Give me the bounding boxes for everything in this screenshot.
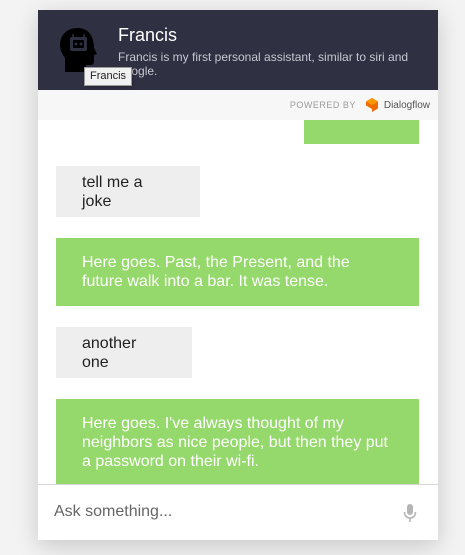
dialogflow-logo-icon [365,98,378,112]
message-input-bar [38,484,438,540]
ask-input[interactable] [54,499,384,525]
microphone-icon[interactable] [402,503,418,523]
chat-widget: Francis Francis is my first personal ass… [38,10,438,540]
avatar-tooltip: Francis [84,67,133,86]
user-message: another one [56,327,192,378]
powered-by-bar: POWERED BY Dialogflow [38,90,438,120]
chat-header: Francis Francis is my first personal ass… [38,10,438,90]
bot-message: Here goes. Past, the Present, and the fu… [56,238,419,306]
dialogflow-brand: Dialogflow [383,99,430,111]
user-message: tell me a joke [56,166,200,217]
powered-by-link[interactable]: POWERED BY Dialogflow [290,97,430,113]
message-list[interactable]: tell me a joke Here goes. Past, the Pres… [38,120,438,484]
chat-description: Francis is my first personal assistant, … [118,50,409,78]
bot-message: Here goes. I've always thought of my nei… [56,399,419,484]
powered-by-label: POWERED BY [289,100,356,110]
chat-title: Francis [118,25,178,45]
bot-message [304,120,419,144]
